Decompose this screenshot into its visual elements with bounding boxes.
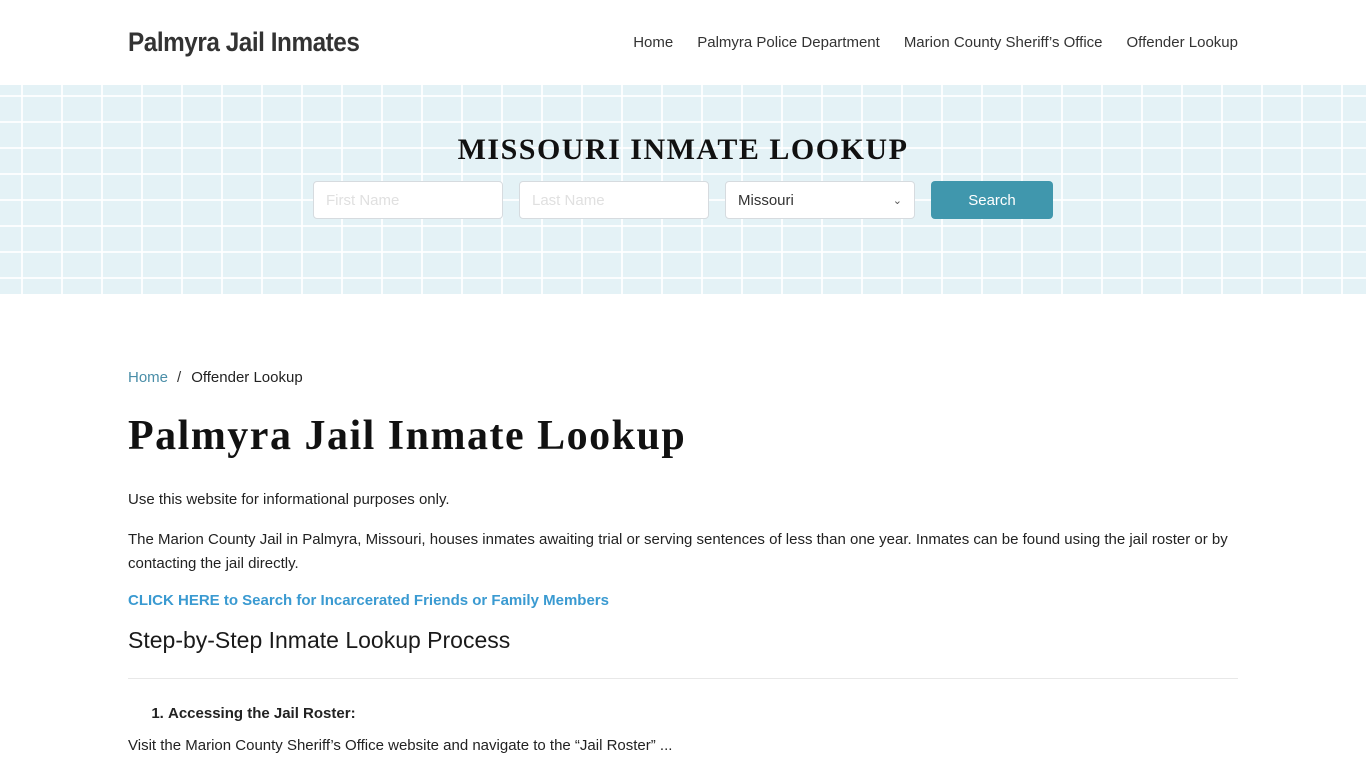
- state-select-value: Missouri: [738, 191, 794, 209]
- inmate-search-form: Missouri ⌄ Search: [313, 181, 1053, 219]
- breadcrumb: Home / Offender Lookup: [128, 369, 1238, 386]
- disclaimer-text: Use this website for informational purpo…: [128, 491, 450, 508]
- step-description: Visit the Marion County Sheriff’s Office…: [128, 737, 673, 754]
- breadcrumb-home[interactable]: Home: [128, 369, 168, 386]
- last-name-input[interactable]: [519, 181, 709, 219]
- chevron-down-icon: ⌄: [892, 194, 902, 207]
- breadcrumb-current: Offender Lookup: [191, 369, 303, 386]
- nav-home[interactable]: Home: [633, 34, 673, 51]
- site-header: Palmyra Jail Inmates Home Palmyra Police…: [0, 0, 1366, 85]
- intro-paragraph: The Marion County Jail in Palmyra, Misso…: [128, 531, 1228, 572]
- first-name-input[interactable]: [313, 181, 503, 219]
- search-button[interactable]: Search: [931, 181, 1053, 219]
- nav-marion-sheriff[interactable]: Marion County Sheriff’s Office: [904, 34, 1103, 51]
- state-select[interactable]: Missouri ⌄: [725, 181, 915, 219]
- nav-palmyra-police[interactable]: Palmyra Police Department: [697, 34, 880, 51]
- section-heading: Step-by-Step Inmate Lookup Process: [128, 627, 511, 653]
- steps-list: Accessing the Jail Roster:: [128, 705, 1238, 722]
- hero-title: MISSOURI INMATE LOOKUP: [457, 133, 909, 166]
- section-divider: [128, 678, 1238, 679]
- main-content: Home / Offender Lookup Palmyra Jail Inmate…: [0, 369, 1366, 758]
- breadcrumb-separator: /: [177, 369, 182, 386]
- main-nav: Home Palmyra Police Department Marion Co…: [609, 34, 1238, 51]
- search-hero: MISSOURI INMATE LOOKUP Missouri ⌄ Search: [0, 85, 1366, 294]
- nav-offender-lookup[interactable]: Offender Lookup: [1127, 34, 1238, 51]
- site-brand[interactable]: Palmyra Jail Inmates: [128, 27, 360, 58]
- search-incarcerated-link[interactable]: CLICK HERE to Search for Incarcerated Fr…: [128, 592, 1238, 609]
- page-title: Palmyra Jail Inmate Lookup: [128, 413, 687, 459]
- step-item: Accessing the Jail Roster:: [168, 705, 1238, 722]
